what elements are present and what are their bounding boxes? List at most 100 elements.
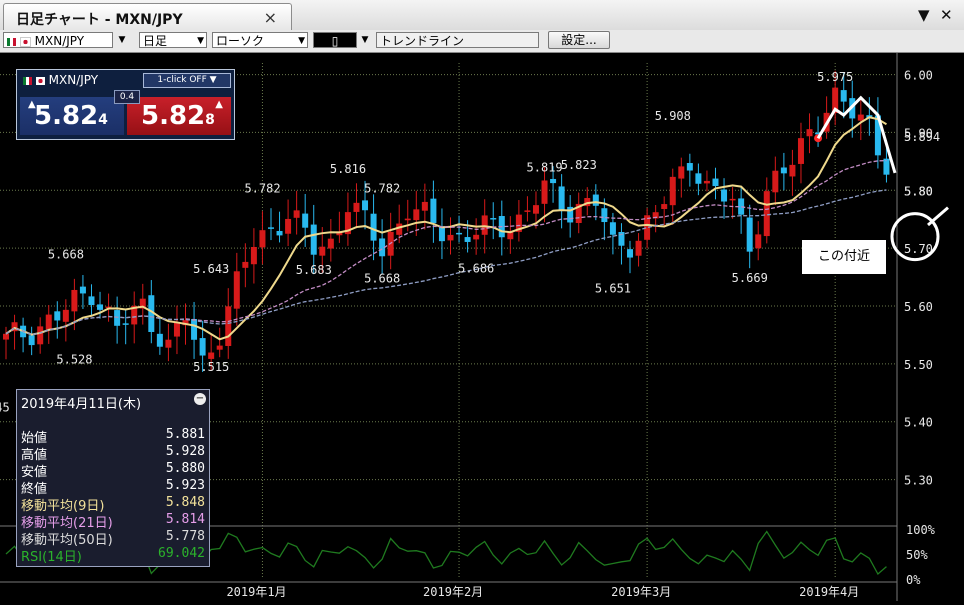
y-tick-label: 5.30: [904, 474, 933, 488]
candle-body: [97, 304, 104, 310]
candle-body: [609, 222, 616, 235]
candle-body: [541, 180, 548, 204]
info-row-value: 5.923: [165, 478, 205, 493]
candle-body: [310, 224, 317, 255]
price-annotation: 5.686: [458, 261, 494, 275]
price-panel-pair: MXN/JPY: [48, 73, 99, 87]
candle-body: [797, 138, 804, 164]
chart-type-value: ローソク: [216, 34, 265, 48]
info-row: 始値 5.881: [21, 427, 205, 446]
candle-body: [430, 198, 437, 224]
chart-type-select[interactable]: ローソク ▼: [212, 32, 308, 48]
mexico-flag-icon: [23, 76, 32, 85]
price-annotation: 5.528: [56, 353, 92, 367]
candle-body: [54, 311, 61, 321]
candle-body: [627, 249, 634, 258]
candle-body: [216, 345, 223, 350]
candle-body: [173, 321, 180, 337]
info-row-label: RSI(14日): [21, 550, 82, 565]
price-annotation: 5.782: [364, 182, 400, 196]
candle-body: [780, 167, 787, 174]
timeframe-select[interactable]: 日足 ▼: [139, 32, 207, 48]
candle-body: [293, 210, 300, 218]
candle-body: [404, 218, 411, 221]
candle-body: [259, 230, 266, 248]
candle-body: [755, 234, 762, 249]
info-date: 2019年4月11日(木): [21, 397, 142, 412]
info-row: 終値 5.923: [21, 478, 205, 497]
price-annotation: 5.908: [655, 109, 691, 123]
info-row-value: 5.880: [165, 461, 205, 476]
y-tick-label: 5.50: [904, 358, 933, 372]
candle-body: [592, 194, 599, 206]
y-tick-label: 6.00: [904, 69, 933, 83]
tab-close-icon[interactable]: ×: [264, 8, 277, 27]
price-annotation: 5.668: [48, 248, 84, 262]
price-annotation: 5.816: [330, 162, 366, 176]
price-annotation: 5.669: [732, 271, 768, 285]
info-row: 安値 5.880: [21, 461, 205, 480]
candle-body: [413, 209, 420, 221]
timeframe-dropdown-icon: ▼: [197, 36, 204, 46]
up-arrow-icon: [927, 206, 949, 227]
candle-body: [840, 90, 847, 102]
candle-body: [772, 170, 779, 193]
chart-tab[interactable]: 日足チャート - MXN/JPY ×: [3, 3, 292, 31]
x-tick-label: 2019年3月: [611, 585, 671, 599]
rsi-tick-label: 100%: [906, 523, 936, 537]
ask-button[interactable]: ▲ 5.828: [127, 97, 231, 135]
price-annotation: 5.515: [193, 360, 229, 374]
candle-body: [122, 323, 129, 325]
drawing-tool-label: トレンドライン: [380, 34, 465, 48]
spread-badge: 0.4: [114, 90, 140, 104]
annotation-callout: この付近: [802, 240, 886, 274]
price-annotation: 5.651: [595, 282, 631, 296]
y-tick-label: 5.60: [904, 300, 933, 314]
candle-body: [473, 234, 480, 240]
window-close-icon[interactable]: ✕: [940, 6, 953, 24]
candle-body: [71, 289, 78, 312]
symbol-select[interactable]: MXN/JPY: [3, 32, 113, 48]
candle-body: [250, 246, 257, 265]
candle-body: [712, 178, 719, 187]
candle-body: [729, 198, 736, 201]
info-row: 移動平均(21日) 5.814: [21, 512, 205, 531]
info-row-value: 5.848: [165, 495, 205, 510]
color-swatch[interactable]: ▯: [313, 32, 357, 48]
candle-body: [806, 129, 813, 137]
symbol-dropdown-icon[interactable]: ▼: [115, 33, 129, 47]
candle-body: [695, 173, 702, 184]
window-menu-icon[interactable]: ▼: [918, 6, 930, 24]
candle-body: [242, 261, 249, 268]
candle-body: [678, 166, 685, 179]
x-tick-label: 2019年4月: [799, 585, 859, 599]
candle-body: [703, 180, 710, 184]
price-annotation: 5.782: [244, 182, 280, 196]
one-click-toggle[interactable]: 1-click OFF ▼: [143, 73, 231, 88]
candle-body: [208, 352, 215, 359]
candle-body: [156, 333, 163, 347]
price-annotation: 5.683: [296, 263, 332, 277]
candle-body: [524, 210, 531, 212]
title-bar: 日足チャート - MXN/JPY × ▼ ✕: [0, 0, 964, 31]
candle-body: [370, 213, 377, 241]
candle-body: [686, 163, 693, 171]
rsi-tick-label: 0%: [906, 573, 921, 587]
minimize-icon[interactable]: −: [194, 393, 206, 405]
bid-button[interactable]: ▲ 5.824: [20, 97, 124, 135]
settings-button[interactable]: 設定...: [548, 31, 610, 49]
ask-price-pip: 8: [205, 112, 215, 128]
mexico-flag-icon: [7, 37, 16, 46]
candle-body: [532, 205, 539, 214]
color-dropdown-icon[interactable]: ▼: [358, 33, 372, 47]
candle-body: [319, 246, 326, 256]
candle-body: [857, 114, 864, 121]
candle-body: [721, 189, 728, 202]
candle-body: [789, 164, 796, 177]
price-panel: MXN/JPY 1-click OFF ▼ ▲ 5.824 ▲ 5.828 0.…: [16, 69, 235, 140]
price-annotation: 445: [0, 401, 10, 415]
drawing-tool-button[interactable]: トレンドライン: [376, 32, 539, 48]
candle-body: [490, 218, 497, 220]
candle-body: [396, 223, 403, 235]
candle-body: [62, 309, 69, 322]
